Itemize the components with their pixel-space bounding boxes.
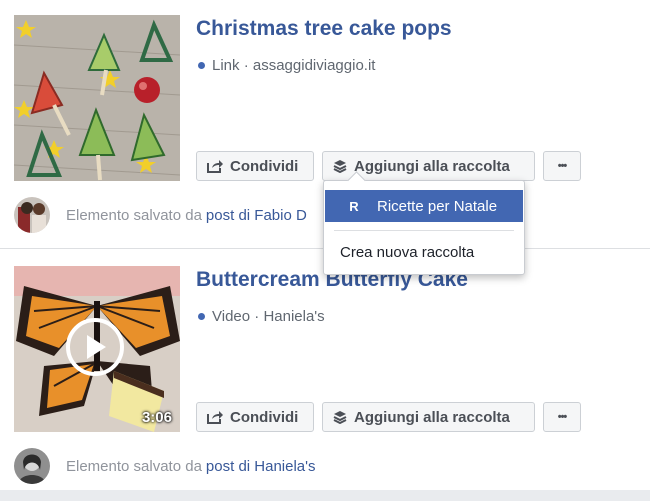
share-icon xyxy=(207,411,223,424)
more-options-button[interactable]: ••• xyxy=(543,402,581,432)
more-icon: ••• xyxy=(557,160,568,172)
add-to-collection-button[interactable]: Aggiungi alla raccolta xyxy=(322,402,535,432)
item-meta: Link · assaggidiviaggio.it xyxy=(198,57,375,74)
share-button[interactable]: Condividi xyxy=(196,402,314,432)
saved-by-row: Elemento salvato da post di Haniela's xyxy=(14,448,316,484)
item-type: Video xyxy=(212,308,251,325)
dropdown-divider xyxy=(334,230,514,231)
collection-option-label: Ricette per Natale xyxy=(377,197,498,215)
saved-by-prefix: Elemento salvato da xyxy=(66,206,202,224)
more-icon: ••• xyxy=(557,411,568,423)
share-icon xyxy=(207,160,223,173)
item-source: assaggidiviaggio.it xyxy=(252,57,376,74)
item-meta: Video · Haniela's xyxy=(198,308,325,325)
item-source: Haniela's xyxy=(263,308,325,325)
butterfly-cake-video-thumbnail[interactable]: 3:06 xyxy=(14,266,180,432)
share-button[interactable]: Condividi xyxy=(196,151,314,181)
play-button[interactable] xyxy=(66,318,124,376)
layers-icon xyxy=(333,411,347,424)
saved-by-row: Elemento salvato da post di Fabio D xyxy=(14,197,307,233)
layers-icon xyxy=(333,160,347,173)
collection-badge: R xyxy=(349,198,359,214)
item-title[interactable]: Christmas tree cake pops xyxy=(196,17,452,41)
page-bottom-strip xyxy=(0,490,650,501)
link-type-icon xyxy=(198,62,205,69)
share-label: Condividi xyxy=(230,408,299,426)
saved-by-link[interactable]: post di Fabio D xyxy=(206,207,307,224)
video-duration: 3:06 xyxy=(141,409,172,426)
avatar[interactable] xyxy=(14,448,50,484)
meta-separator: · xyxy=(250,308,264,325)
play-icon xyxy=(87,335,106,359)
item-type: Link xyxy=(212,57,240,74)
add-to-collection-label: Aggiungi alla raccolta xyxy=(354,157,510,175)
collection-dropdown: R Ricette per Natale Crea nuova raccolta xyxy=(323,171,525,275)
create-collection-option[interactable]: Crea nuova raccolta xyxy=(340,244,474,261)
collection-option-selected[interactable]: R Ricette per Natale xyxy=(325,190,523,222)
cake-pops-thumbnail[interactable] xyxy=(14,15,180,181)
saved-by-prefix: Elemento salvato da xyxy=(66,457,202,475)
saved-by-link[interactable]: post di Haniela's xyxy=(206,458,316,475)
avatar[interactable] xyxy=(14,197,50,233)
add-to-collection-label: Aggiungi alla raccolta xyxy=(354,408,510,426)
more-options-button[interactable]: ••• xyxy=(543,151,581,181)
meta-separator: · xyxy=(239,57,253,74)
share-label: Condividi xyxy=(230,157,299,175)
video-type-icon xyxy=(198,313,205,320)
